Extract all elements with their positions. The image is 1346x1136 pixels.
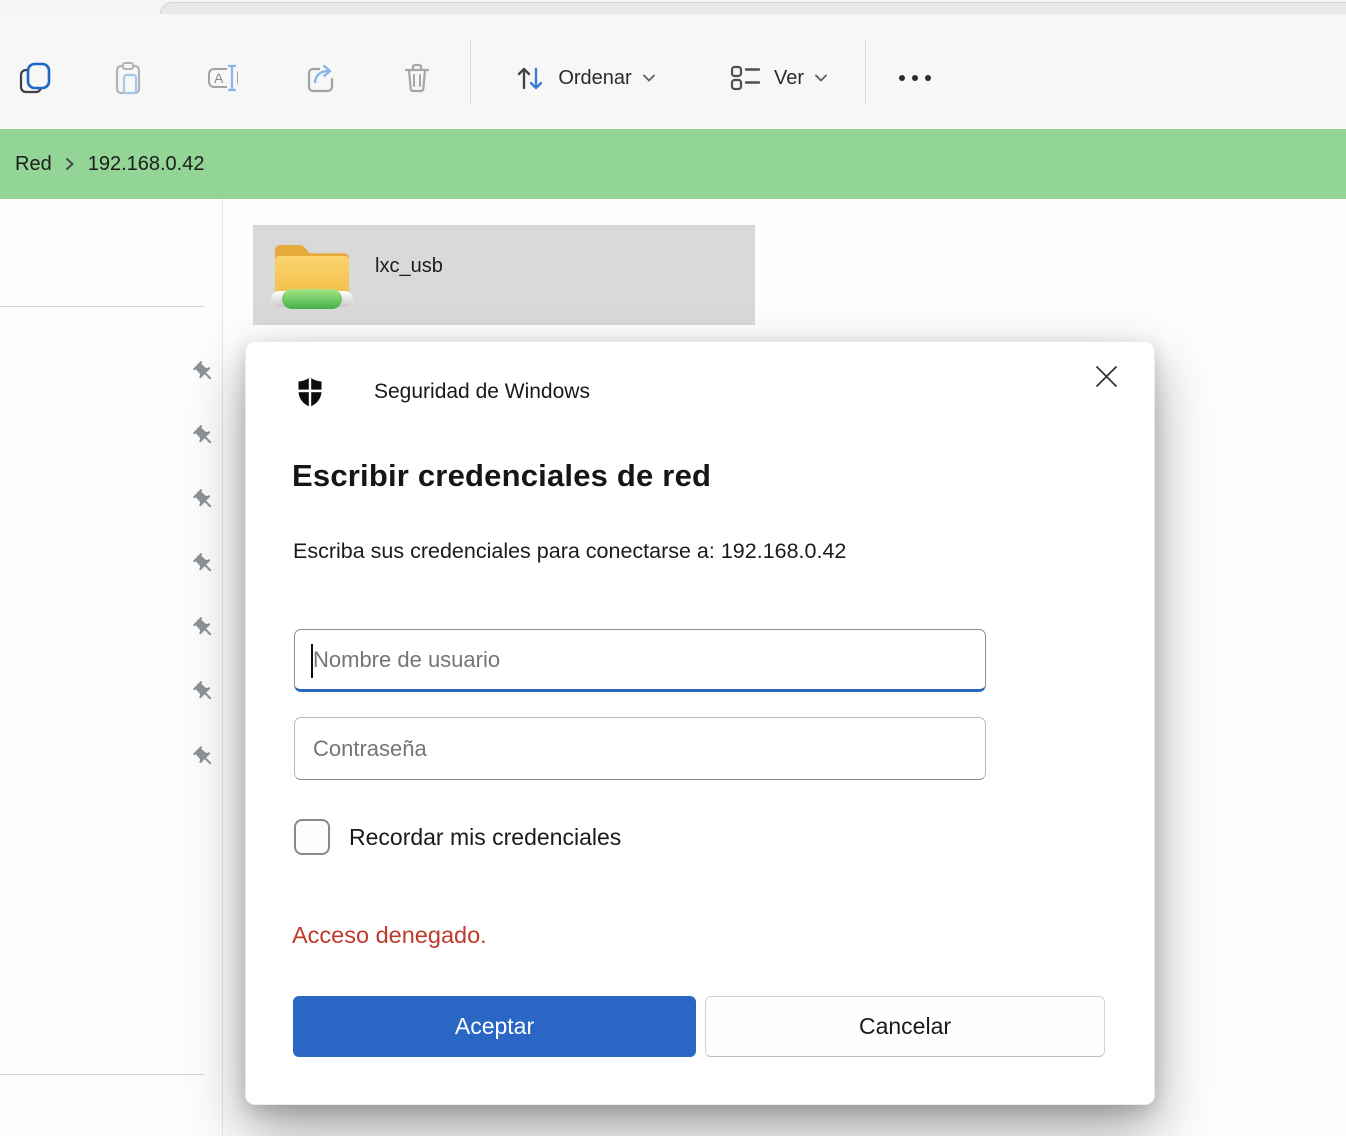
view-button[interactable]: Ver	[708, 54, 848, 102]
error-text: Acceso denegado.	[292, 922, 487, 949]
pin-icon[interactable]	[192, 745, 216, 769]
shield-icon	[294, 376, 326, 408]
chevron-right-icon	[62, 155, 78, 173]
copy-button[interactable]	[11, 54, 59, 102]
text-cursor	[311, 644, 313, 678]
pin-icon[interactable]	[192, 360, 216, 384]
password-input[interactable]	[294, 717, 986, 780]
navpane-section-divider	[0, 1074, 204, 1075]
close-icon	[1095, 365, 1118, 388]
breadcrumb-item-host[interactable]: 192.168.0.42	[84, 147, 209, 182]
remember-credentials-row: Recordar mis credenciales	[294, 819, 621, 855]
rename-button[interactable]: A	[201, 54, 249, 102]
pin-icon[interactable]	[192, 424, 216, 448]
toolbar-divider	[470, 40, 471, 104]
toolbar-divider	[865, 40, 866, 104]
password-field-wrap	[294, 717, 986, 780]
pin-icon[interactable]	[192, 488, 216, 512]
pin-icon[interactable]	[192, 552, 216, 576]
delete-icon	[399, 60, 435, 96]
delete-button[interactable]	[393, 54, 441, 102]
tab-strip-background	[160, 2, 1346, 14]
close-button[interactable]	[1084, 354, 1128, 398]
paste-icon	[110, 60, 146, 96]
sort-icon	[514, 62, 546, 94]
copy-icon	[17, 60, 53, 96]
file-explorer-window: A Orden	[0, 0, 1346, 1136]
command-toolbar: A Orden	[0, 14, 1346, 129]
svg-text:A: A	[214, 70, 224, 86]
address-bar[interactable]: Red 192.168.0.42	[0, 129, 1346, 199]
dialog-app-title: Seguridad de Windows	[374, 380, 590, 404]
rename-icon: A	[207, 60, 243, 96]
navpane-divider	[222, 199, 223, 1136]
pin-icon[interactable]	[192, 616, 216, 640]
chevron-right-icon	[0, 155, 5, 173]
share-button[interactable]	[297, 54, 345, 102]
more-icon	[894, 72, 936, 84]
dialog-subtitle: Escriba sus credenciales para conectarse…	[293, 539, 846, 564]
dialog-header: Seguridad de Windows	[294, 376, 590, 408]
view-icon	[728, 61, 762, 95]
breadcrumb-item-red[interactable]: Red	[11, 147, 56, 182]
ok-button[interactable]: Aceptar	[293, 996, 696, 1057]
chevron-down-icon	[642, 72, 656, 84]
view-label: Ver	[774, 67, 804, 90]
share-icon	[303, 60, 339, 96]
chevron-down-icon	[814, 72, 828, 84]
dialog-title: Escribir credenciales de red	[292, 458, 711, 494]
username-input[interactable]	[294, 629, 986, 692]
navpane-section-divider	[0, 306, 204, 307]
cancel-button[interactable]: Cancelar	[705, 996, 1105, 1057]
sort-label: Ordenar	[558, 67, 631, 90]
username-field-wrap	[294, 629, 986, 692]
folder-item-lxc-usb[interactable]: lxc_usb	[253, 225, 755, 325]
sort-button[interactable]: Ordenar	[492, 54, 678, 102]
tab-strip	[0, 0, 1346, 14]
remember-checkbox[interactable]	[294, 819, 330, 855]
folder-usb-icon	[269, 237, 355, 318]
pin-icon[interactable]	[192, 680, 216, 704]
more-button[interactable]	[884, 54, 946, 102]
windows-security-dialog: Seguridad de Windows Escribir credencial…	[245, 341, 1155, 1105]
file-name: lxc_usb	[375, 255, 443, 278]
remember-label: Recordar mis credenciales	[349, 824, 621, 851]
paste-button[interactable]	[104, 54, 152, 102]
